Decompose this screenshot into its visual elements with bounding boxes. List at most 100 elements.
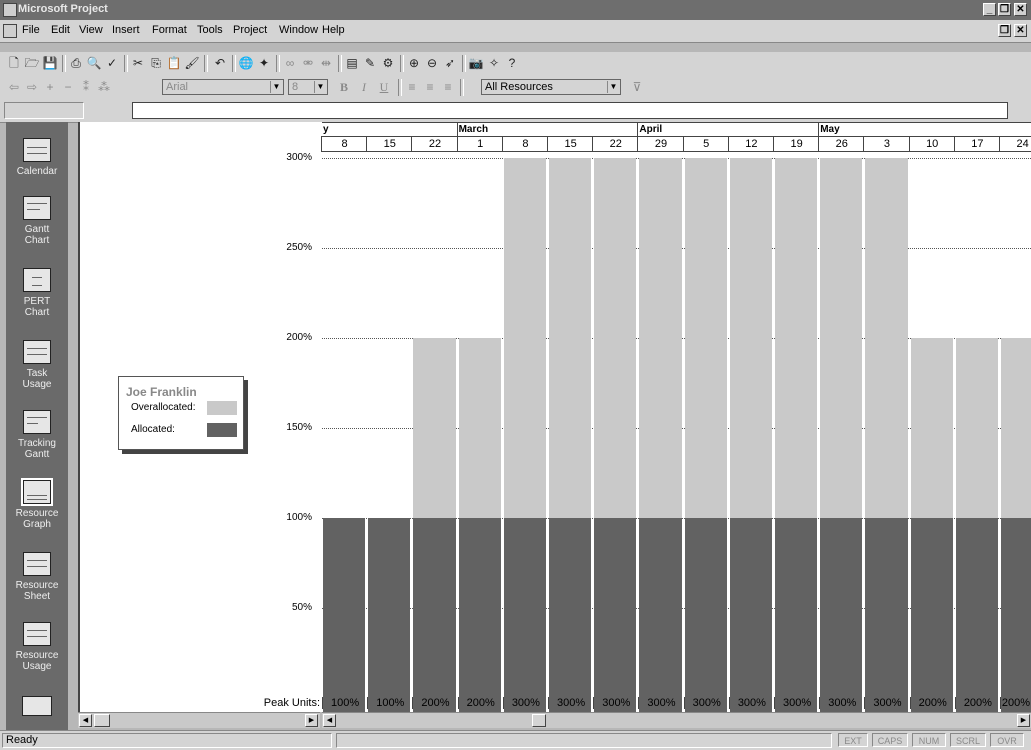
office-assistant-icon[interactable]: ?	[504, 55, 520, 71]
cut-icon[interactable]: ✂	[130, 55, 146, 71]
month-label[interactable]: April	[639, 124, 662, 135]
chevron-down-icon[interactable]: ▼	[314, 81, 326, 93]
viewbar-item-task-usage[interactable]: Task Usage	[6, 340, 68, 390]
show-all-tasks-icon[interactable]: ⁑	[78, 79, 94, 95]
day-label[interactable]: 22	[593, 138, 638, 150]
chevron-down-icon[interactable]: ▼	[607, 81, 619, 93]
group-icon[interactable]: ⁂	[96, 79, 112, 95]
filter-combo[interactable]: All Resources ▼	[481, 79, 621, 95]
viewbar-item-resource-sheet[interactable]: Resource Sheet	[6, 552, 68, 602]
close-button[interactable]: ✕	[1014, 3, 1027, 16]
menu-edit[interactable]: Edit	[51, 24, 70, 36]
graph-hscrollbar[interactable]: ◀ ▶	[322, 712, 1031, 728]
scroll-thumb[interactable]	[94, 714, 110, 727]
doc-close-button[interactable]: ✕	[1014, 24, 1027, 37]
insert-hyperlink-icon[interactable]: 🌐	[238, 55, 254, 71]
doc-restore-button[interactable]: ❐	[998, 24, 1011, 37]
viewbar-item-pert-chart[interactable]: PERT Chart	[6, 268, 68, 318]
print-icon[interactable]: ⎙	[68, 55, 84, 71]
entry-field[interactable]	[132, 102, 1008, 119]
bold-button[interactable]: B	[336, 79, 352, 95]
scroll-right-arrow-icon[interactable]: ▶	[305, 714, 318, 727]
copy-icon[interactable]: ⎘	[148, 55, 164, 71]
gantt-wizard-icon[interactable]: ✧	[486, 55, 502, 71]
day-label[interactable]: 8	[503, 138, 548, 150]
viewbar-item-gantt-chart[interactable]: Gantt Chart	[6, 196, 68, 246]
timescale[interactable]: y March April May 8 15 22 1 8 15 22 29 5 12 19 26 3 10 17 2…	[321, 122, 1031, 152]
autofilter-icon[interactable]: ⊽	[626, 79, 648, 95]
day-label[interactable]: 15	[367, 138, 412, 150]
legend-hscrollbar[interactable]: ◀ ▶	[78, 712, 320, 728]
viewbar-item-resource-usage[interactable]: Resource Usage	[6, 622, 68, 672]
day-label[interactable]: 3	[864, 138, 909, 150]
show-subtasks-icon[interactable]: +	[42, 79, 58, 95]
spelling-icon[interactable]: ✓	[104, 55, 120, 71]
task-notes-icon[interactable]: ✎	[362, 55, 378, 71]
menu-tools[interactable]: Tools	[197, 24, 223, 36]
scroll-right-arrow-icon[interactable]: ▶	[1017, 714, 1030, 727]
menu-format[interactable]: Format	[152, 24, 187, 36]
menu-help[interactable]: Help	[322, 24, 345, 36]
italic-button[interactable]: I	[356, 79, 372, 95]
menu-insert[interactable]: Insert	[112, 24, 140, 36]
open-icon[interactable]: 🗁	[24, 55, 40, 71]
align-left-icon[interactable]: ≡	[404, 79, 420, 95]
copy-picture-icon[interactable]: 📷	[468, 55, 484, 71]
format-painter-icon[interactable]: 🖌	[184, 55, 200, 71]
task-information-icon[interactable]: ▤	[344, 55, 360, 71]
status-text: Ready	[2, 733, 332, 748]
day-label[interactable]: 22	[412, 138, 457, 150]
underline-button[interactable]: U	[376, 79, 392, 95]
app-icon[interactable]	[3, 3, 17, 17]
assign-resources-icon[interactable]: ⚙	[380, 55, 396, 71]
scroll-thumb[interactable]	[532, 714, 546, 727]
align-right-icon[interactable]: ≡	[440, 79, 456, 95]
hide-subtasks-icon[interactable]: −	[60, 79, 76, 95]
day-label[interactable]: 26	[819, 138, 864, 150]
day-label[interactable]: 5	[684, 138, 729, 150]
day-label[interactable]: 12	[729, 138, 774, 150]
viewbar-item-tracking-gantt[interactable]: Tracking Gantt	[6, 410, 68, 460]
day-label[interactable]: 17	[955, 138, 1000, 150]
print-preview-icon[interactable]: 🔍	[86, 55, 102, 71]
day-label[interactable]: 1	[458, 138, 503, 150]
minimize-button[interactable]: _	[983, 3, 996, 16]
font-combo[interactable]: Arial ▼	[162, 79, 284, 95]
day-label[interactable]: 10	[910, 138, 955, 150]
scroll-left-arrow-icon[interactable]: ◀	[79, 714, 92, 727]
viewbar-item-calendar[interactable]: Calendar	[6, 138, 68, 177]
split-task-icon[interactable]: ⇹	[318, 55, 334, 71]
document-icon[interactable]	[3, 24, 17, 38]
save-icon[interactable]: 💾	[42, 55, 58, 71]
undo-icon[interactable]: ↶	[212, 55, 228, 71]
chevron-down-icon[interactable]: ▼	[270, 81, 282, 93]
zoom-out-icon[interactable]: ⊖	[424, 55, 440, 71]
day-label[interactable]: 24	[1000, 138, 1031, 150]
day-label[interactable]: 15	[548, 138, 593, 150]
menu-project[interactable]: Project	[233, 24, 267, 36]
link-tasks-icon[interactable]: ∞	[282, 55, 298, 71]
indent-icon[interactable]: ⇨	[24, 79, 40, 95]
viewbar-item-resource-graph[interactable]: Resource Graph	[6, 478, 68, 530]
menu-view[interactable]: View	[79, 24, 103, 36]
menu-window[interactable]: Window	[279, 24, 318, 36]
scroll-left-arrow-icon[interactable]: ◀	[323, 714, 336, 727]
day-label[interactable]: 8	[322, 138, 367, 150]
viewbar-more-views[interactable]	[6, 696, 68, 720]
unlink-tasks-icon[interactable]: ⚮	[300, 55, 316, 71]
month-label[interactable]: March	[459, 124, 488, 135]
zoom-in-icon[interactable]: ⊕	[406, 55, 422, 71]
new-icon[interactable]: 🗋	[6, 55, 22, 71]
web-toolbar-icon[interactable]: ✦	[256, 55, 272, 71]
paste-icon[interactable]: 📋	[166, 55, 182, 71]
font-size-combo[interactable]: 8 ▼	[288, 79, 328, 95]
day-label[interactable]: 29	[638, 138, 683, 150]
outdent-icon[interactable]: ⇦	[6, 79, 22, 95]
menu-file[interactable]: File	[22, 24, 40, 36]
month-label[interactable]: y	[323, 124, 329, 135]
day-label[interactable]: 19	[774, 138, 819, 150]
month-label[interactable]: May	[820, 124, 839, 135]
goto-selected-task-icon[interactable]: ➶	[442, 55, 458, 71]
maximize-button[interactable]: ❐	[998, 3, 1011, 16]
align-center-icon[interactable]: ≡	[422, 79, 438, 95]
